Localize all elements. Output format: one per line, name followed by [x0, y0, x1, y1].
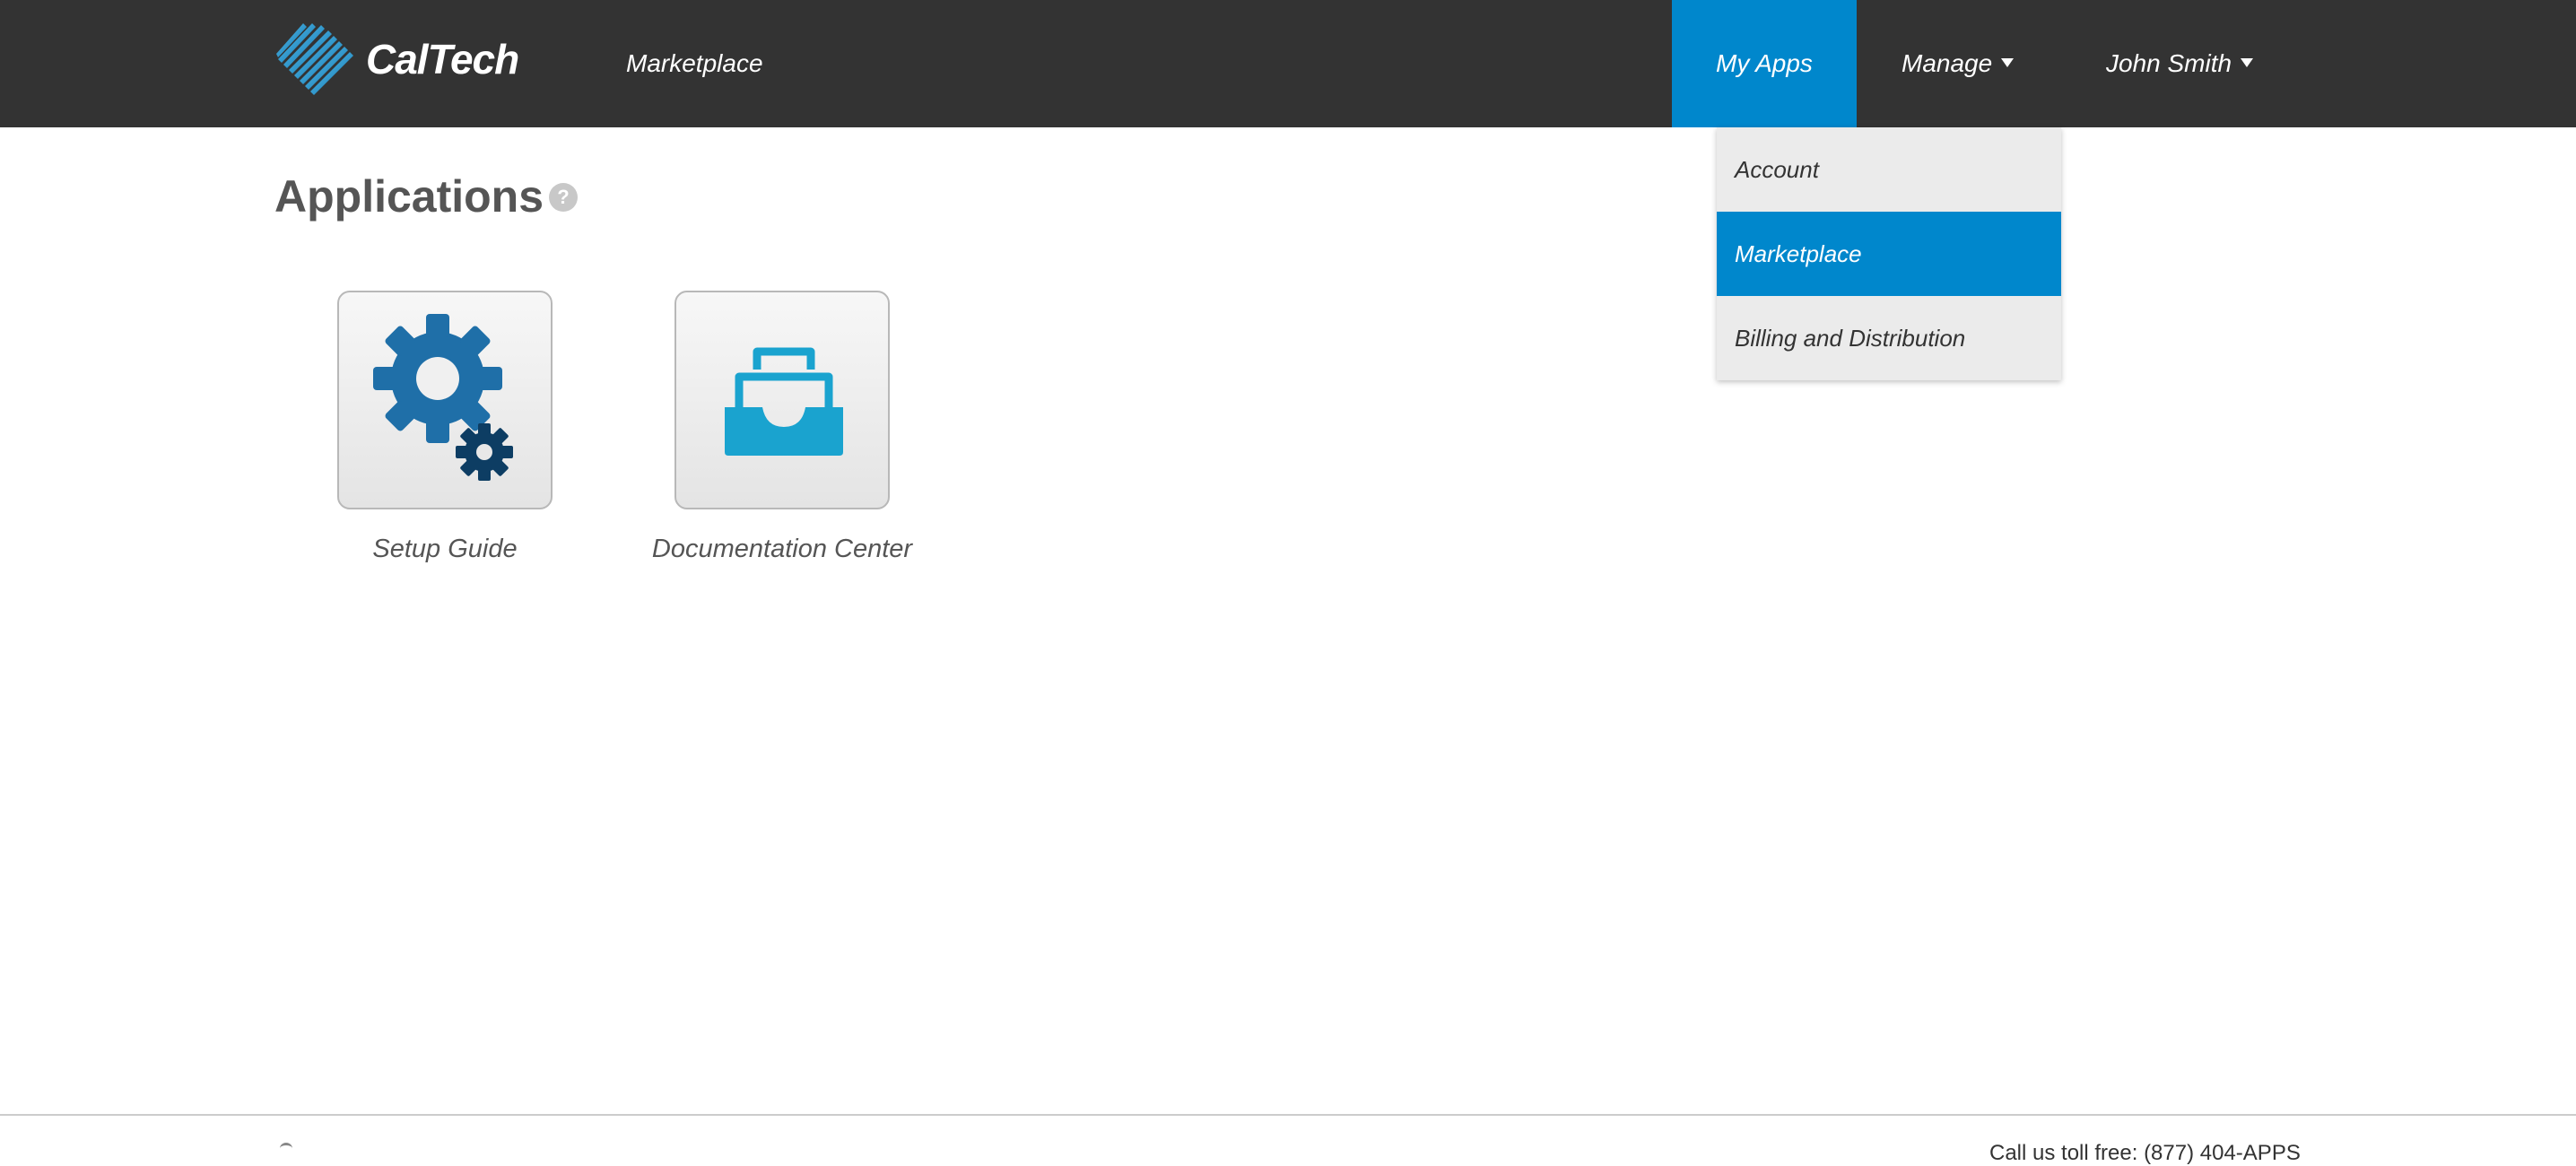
- brand-name: CalTech: [366, 36, 519, 83]
- inbox-tray-icon: [725, 347, 843, 456]
- footer-logo-icon: [280, 1143, 292, 1154]
- page-title: Applications: [274, 171, 544, 222]
- caltech-logo-icon: [276, 23, 353, 95]
- nav-manage[interactable]: Manage: [1902, 0, 2015, 127]
- footer-divider: [0, 1114, 2576, 1116]
- top-nav-bar: CalTech Marketplace My Apps Manage John …: [0, 0, 2576, 127]
- nav-user-menu[interactable]: John Smith: [2106, 0, 2254, 127]
- caret-down-icon: [2241, 57, 2254, 67]
- brand-logo[interactable]: CalTech: [274, 18, 519, 100]
- help-icon[interactable]: ?: [549, 183, 578, 212]
- app-label-setup-guide[interactable]: Setup Guide: [283, 535, 606, 564]
- app-tile-setup-guide[interactable]: [337, 291, 553, 509]
- dropdown-item-billing-and-distribution[interactable]: Billing and Distribution: [1717, 296, 2061, 380]
- nav-marketplace[interactable]: Marketplace: [626, 0, 763, 127]
- dropdown-item-marketplace[interactable]: Marketplace: [1717, 212, 2061, 296]
- caret-down-icon: [2001, 57, 2015, 67]
- app-label-documentation-center[interactable]: Documentation Center: [621, 535, 944, 564]
- app-tile-documentation-center[interactable]: [674, 291, 890, 509]
- gears-icon: [373, 314, 513, 481]
- nav-my-apps[interactable]: My Apps: [1672, 0, 1857, 127]
- footer-contact-text: Call us toll free: (877) 404-APPS: [1989, 1141, 2301, 1165]
- dropdown-item-account[interactable]: Account: [1717, 127, 2061, 212]
- user-name: John Smith: [2106, 49, 2232, 77]
- manage-dropdown-menu: Account Marketplace Billing and Distribu…: [1717, 127, 2061, 380]
- nav-manage-label: Manage: [1902, 49, 1993, 77]
